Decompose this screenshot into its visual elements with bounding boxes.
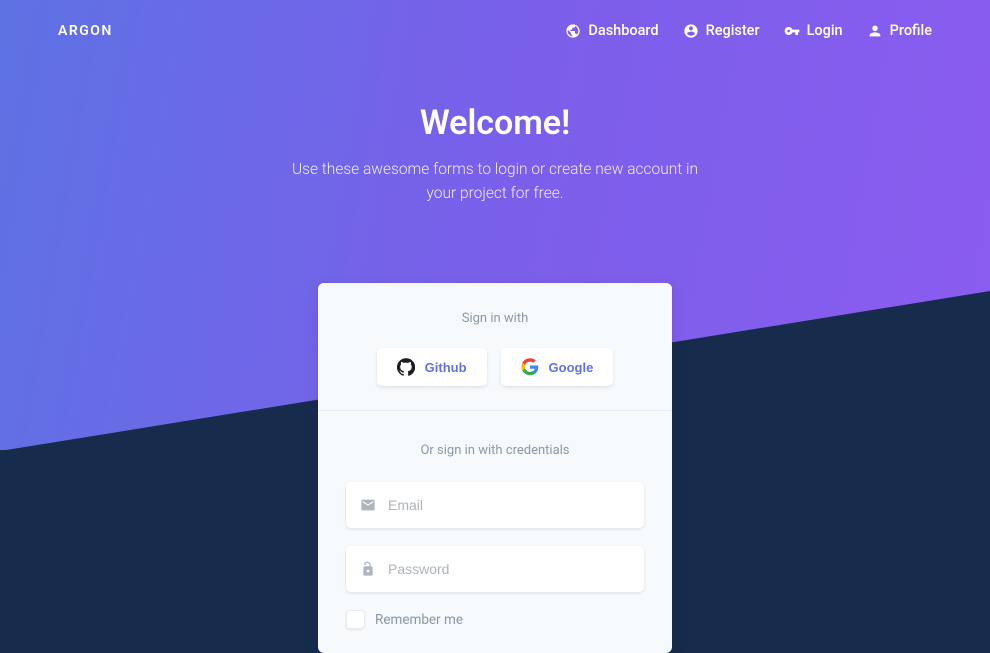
- remember-me-checkbox[interactable]: [346, 610, 365, 629]
- remember-me-label: Remember me: [375, 612, 463, 628]
- email-input-group[interactable]: [346, 482, 644, 528]
- email-field[interactable]: [388, 482, 630, 528]
- nav-login-label: Login: [807, 22, 843, 39]
- social-signin-section: Sign in with Github Google: [318, 283, 672, 411]
- github-button-label: Github: [425, 360, 467, 375]
- nav-profile[interactable]: Profile: [867, 22, 932, 39]
- password-input-group[interactable]: [346, 546, 644, 592]
- key-icon: [784, 23, 800, 39]
- google-icon: [521, 358, 539, 376]
- globe-icon: [565, 23, 581, 39]
- user-circle-icon: [683, 23, 699, 39]
- hero-text: Welcome! Use these awesome forms to logi…: [0, 103, 990, 205]
- person-icon: [867, 23, 883, 39]
- nav-register-label: Register: [706, 22, 760, 39]
- nav-profile-label: Profile: [890, 22, 932, 39]
- top-nav: ARGON Dashboard Register Login Profile: [0, 0, 990, 61]
- nav-dashboard-label: Dashboard: [588, 22, 658, 39]
- subtitle-line-2: your project for free.: [0, 181, 990, 205]
- nav-links: Dashboard Register Login Profile: [565, 22, 932, 39]
- lock-icon: [360, 561, 376, 577]
- github-icon: [397, 358, 415, 376]
- github-button[interactable]: Github: [377, 348, 487, 386]
- subtitle-line-1: Use these awesome forms to login or crea…: [0, 157, 990, 181]
- page-title: Welcome!: [0, 103, 990, 143]
- or-signin-label: Or sign in with credentials: [346, 443, 644, 458]
- login-card: Sign in with Github Google Or sign in wi…: [318, 283, 672, 653]
- brand-logo[interactable]: ARGON: [58, 23, 113, 39]
- google-button[interactable]: Google: [501, 348, 614, 386]
- page-subtitle: Use these awesome forms to login or crea…: [0, 157, 990, 205]
- nav-register[interactable]: Register: [683, 22, 760, 39]
- remember-me-row: Remember me: [346, 610, 644, 629]
- password-field[interactable]: [388, 546, 630, 592]
- signin-with-label: Sign in with: [342, 311, 648, 326]
- nav-login[interactable]: Login: [784, 22, 843, 39]
- email-icon: [360, 497, 376, 513]
- social-buttons: Github Google: [342, 348, 648, 386]
- nav-dashboard[interactable]: Dashboard: [565, 22, 658, 39]
- credentials-section: Or sign in with credentials Remember me: [318, 411, 672, 653]
- google-button-label: Google: [549, 360, 594, 375]
